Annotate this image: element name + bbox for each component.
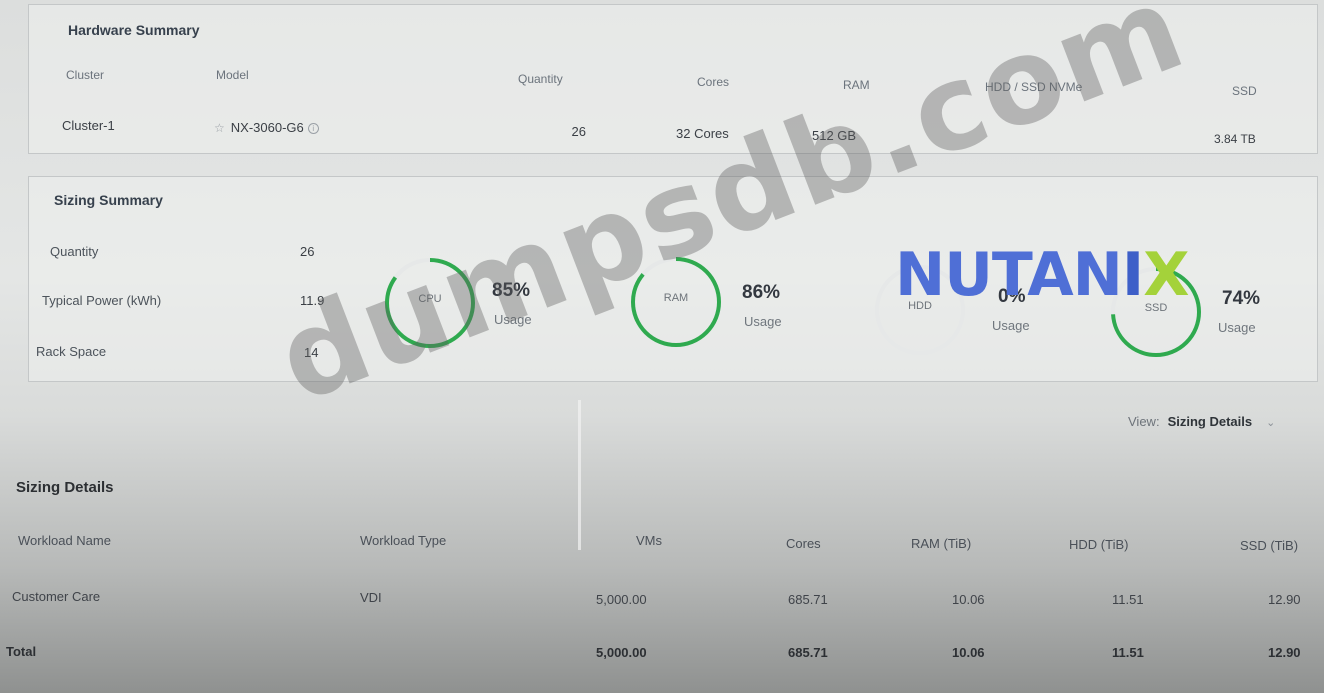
col-header-ssd: SSD: [1232, 84, 1257, 98]
stat-value-rack-space: 14: [304, 345, 319, 360]
hw-cores: 32 Cores: [676, 126, 729, 141]
hw-ram: 512 GB: [812, 128, 857, 143]
cpu-usage-label: Usage: [494, 312, 532, 327]
total-cores: 685.71: [788, 645, 828, 660]
col-header-hdd-ssd-nvme: HDD / SSD NVMe: [985, 80, 1083, 94]
hw-ssd: 3.84 TB: [1214, 132, 1256, 146]
det-header-cores[interactable]: Cores: [786, 536, 821, 551]
row-cores: 685.71: [788, 592, 828, 607]
star-icon[interactable]: ☆: [214, 121, 225, 135]
sizing-summary-title: Sizing Summary: [54, 192, 163, 208]
cpu-gauge: CPU: [382, 255, 478, 351]
stat-label-typical-power: Typical Power (kWh): [42, 293, 162, 308]
col-header-cluster: Cluster: [66, 68, 105, 82]
row-vms: 5,000.00: [596, 592, 647, 607]
ram-usage-label: Usage: [744, 314, 782, 329]
row-ram: 10.06: [952, 592, 985, 607]
row-workload-type: VDI: [360, 590, 382, 605]
col-header-quantity: Quantity: [518, 72, 563, 86]
col-header-model: Model: [216, 68, 249, 82]
col-header-ram: RAM: [843, 78, 870, 92]
stat-label-quantity: Quantity: [50, 244, 99, 259]
stat-value-typical-power: 11.9: [300, 293, 325, 308]
row-hdd: 11.51: [1112, 592, 1144, 607]
row-ssd: 12.90: [1268, 592, 1301, 607]
col-header-cores: Cores: [697, 75, 730, 89]
nutanix-logo: NUTANIX: [895, 240, 1189, 310]
cpu-gauge-label: CPU: [418, 293, 442, 305]
cluster-name: Cluster-1: [62, 118, 115, 133]
ram-gauge: RAM: [628, 254, 724, 350]
total-ssd: 12.90: [1268, 645, 1301, 660]
total-label: Total: [6, 644, 37, 659]
info-icon[interactable]: i: [307, 123, 319, 135]
ssd-usage-percent: 74%: [1222, 288, 1261, 309]
view-label: View:: [1128, 414, 1160, 429]
stat-value-quantity: 26: [300, 244, 315, 259]
hw-quantity: 26: [571, 124, 586, 139]
glare-divider: [578, 400, 581, 550]
total-ram: 10.06: [952, 645, 985, 660]
total-vms: 5,000.00: [596, 645, 647, 660]
det-header-hdd[interactable]: HDD (TiB): [1069, 537, 1128, 552]
ssd-usage-label: Usage: [1218, 320, 1256, 335]
sizing-details-title: Sizing Details: [16, 479, 114, 496]
det-header-workload-type[interactable]: Workload Type: [360, 533, 446, 548]
row-workload-name: Customer Care: [12, 589, 101, 604]
cpu-usage-percent: 85%: [492, 280, 531, 301]
det-header-workload-name[interactable]: Workload Name: [18, 533, 111, 548]
view-selector[interactable]: View: Sizing Details ⌄: [1128, 414, 1275, 429]
stat-label-rack-space: Rack Space: [36, 344, 107, 359]
ram-gauge-label: RAM: [663, 292, 689, 304]
model-name: NX-3060-G6: [230, 120, 304, 135]
chevron-down-icon[interactable]: ⌄: [1266, 417, 1275, 429]
total-hdd: 11.51: [1112, 645, 1144, 660]
ram-usage-percent: 86%: [742, 282, 781, 303]
det-header-ram[interactable]: RAM (TiB): [911, 536, 971, 551]
hdd-usage-label: Usage: [992, 318, 1030, 333]
view-dropdown-value[interactable]: Sizing Details: [1168, 414, 1253, 429]
hardware-summary-title: Hardware Summary: [68, 22, 200, 38]
det-header-ssd[interactable]: SSD (TiB): [1240, 538, 1298, 553]
model-cell[interactable]: ☆ NX-3060-G6 i: [214, 120, 319, 135]
det-header-vms[interactable]: VMs: [636, 533, 662, 548]
